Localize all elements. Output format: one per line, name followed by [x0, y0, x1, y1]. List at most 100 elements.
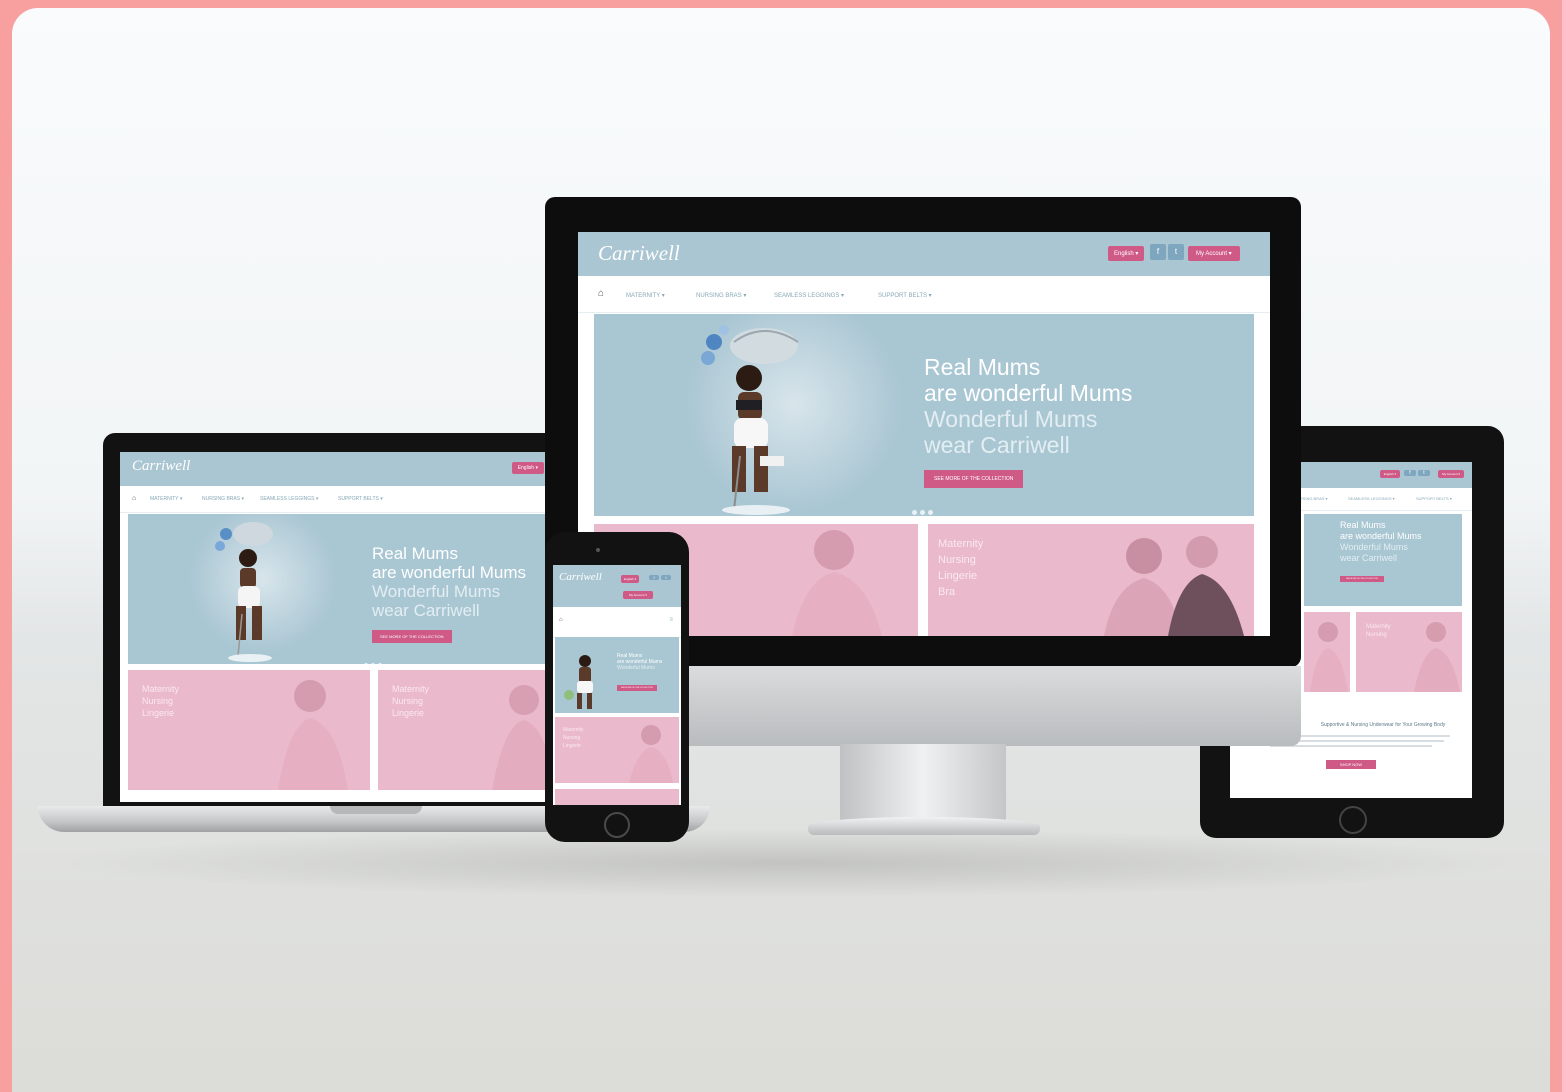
- site-header: Carriwell English ▾ f t My Account ▾: [578, 232, 1270, 276]
- account-button[interactable]: My Account ▾: [623, 591, 653, 599]
- language-button[interactable]: English ▾: [1379, 470, 1400, 478]
- carousel-dots[interactable]: [364, 654, 385, 664]
- tile-text: Nursing: [392, 696, 424, 706]
- hero-line-2: are wonderful Mums: [372, 563, 527, 582]
- tile-model-image: [1104, 536, 1244, 636]
- floor-shadow: [52, 828, 1522, 898]
- nav-item-leggings[interactable]: SEAMLESS LEGGINGS ▾: [1348, 496, 1395, 501]
- hero-cta-button[interactable]: SEE MORE OF THE COLLECTION: [1340, 576, 1384, 582]
- hero-line-3: Wonderful Mums: [617, 665, 655, 671]
- category-tile-maternity[interactable]: Maternity Nursing Lingerie: [555, 717, 679, 783]
- account-button[interactable]: My Account ▾: [1188, 246, 1240, 261]
- hero-model-image: [701, 325, 799, 515]
- home-icon[interactable]: ⌂: [559, 617, 563, 623]
- language-button[interactable]: English ▾: [621, 575, 640, 583]
- monitor-stand-neck: [840, 744, 1006, 822]
- tile-text: Nursing: [938, 554, 976, 566]
- tile-text: Bra: [938, 586, 956, 598]
- twitter-icon[interactable]: t: [661, 575, 671, 580]
- hero-model-image: [564, 655, 593, 709]
- facebook-icon[interactable]: f: [1150, 244, 1166, 260]
- monitor-stand-foot: [808, 817, 1040, 835]
- tile-text: Lingerie: [142, 708, 175, 718]
- phone-home-button: [604, 812, 630, 838]
- tile-model-image: [278, 680, 348, 790]
- hero-line-2: are wonderful Mums: [924, 380, 1133, 406]
- facebook-icon[interactable]: f: [1404, 470, 1416, 476]
- laptop-screen: Carriwell English ▾ ⌂ MATERNITY ▾ NURSIN…: [120, 452, 556, 802]
- tile-text: Lingerie: [938, 570, 978, 582]
- site-header: Carriwell English ▾: [120, 452, 556, 486]
- intro-shop-button[interactable]: SHOP NOW: [1325, 760, 1377, 769]
- language-button[interactable]: English ▾: [511, 462, 544, 474]
- category-tile-nursing[interactable]: [555, 789, 679, 805]
- nav-item-belts[interactable]: SUPPORT BELTS ▾: [878, 292, 932, 299]
- twitter-icon[interactable]: t: [1418, 470, 1430, 476]
- hero-line-1: Real Mums: [372, 544, 458, 563]
- nav-item-leggings[interactable]: SEAMLESS LEGGINGS ▾: [260, 496, 318, 502]
- tile-text: Lingerie: [563, 743, 581, 749]
- phone-screen: Carriwell English ▾ f t My Account ▾ ⌂ ≡…: [553, 565, 681, 805]
- nav-item-maternity[interactable]: MATERNITY ▾: [626, 292, 665, 299]
- hero-line-3: Wonderful Mums: [924, 406, 1098, 432]
- tile-model-image: [792, 530, 882, 636]
- hero-model-image: [215, 522, 273, 662]
- tile-model-image: [1414, 622, 1460, 692]
- tile-text: Nursing: [563, 735, 581, 741]
- hero-line-4: wear Carriwell: [1340, 553, 1398, 563]
- nav-item-belts[interactable]: SUPPORT BELTS ▾: [1416, 496, 1452, 501]
- account-button[interactable]: My Account ▾: [1438, 470, 1464, 478]
- hero-line-4: wear Carriwell: [372, 601, 480, 620]
- hero-cta-button[interactable]: SEE MORE OF THE COLLECTION: [924, 470, 1024, 488]
- tile-text: Maternity: [938, 538, 984, 550]
- hero-line-3: Wonderful Mums: [1340, 542, 1408, 552]
- nav-item-belts[interactable]: SUPPORT BELTS ▾: [338, 496, 383, 502]
- nav-item-nursing[interactable]: NURSING BRAS ▾: [202, 496, 244, 502]
- tile-text: Nursing: [1366, 632, 1387, 638]
- hero-cta-button[interactable]: SEE MORE OF THE COLLECTION: [372, 630, 452, 643]
- tile-text: Maternity: [563, 727, 584, 733]
- category-tile-nursing[interactable]: Maternity Nursing Lingerie Bra: [928, 524, 1254, 636]
- site-header: Carriwell English ▾ f t My Account ▾: [553, 565, 681, 607]
- tile-text: Nursing: [142, 696, 174, 706]
- hero-banner: Real Mums are wonderful Mums Wonderful M…: [1304, 514, 1462, 606]
- laptop-notch: [330, 806, 422, 814]
- site-logo[interactable]: Carriwell: [598, 241, 680, 266]
- category-tile-maternity[interactable]: Maternity Nursing Lingerie: [128, 670, 370, 790]
- home-icon[interactable]: ⌂: [598, 288, 604, 299]
- main-nav: ⌂ MATERNITY ▾ NURSING BRAS ▾ SEAMLESS LE…: [120, 486, 556, 513]
- tile-model-image: [1310, 622, 1348, 692]
- hero-line-4: wear Carriwell: [924, 432, 1070, 458]
- hero-cta-button[interactable]: SEE MORE OF THE COLLECTION: [617, 685, 657, 691]
- main-nav: ⌂ MATERNITY ▾ NURSING BRAS ▾ SEAMLESS LE…: [578, 276, 1270, 313]
- phone-speaker: [596, 548, 600, 552]
- nav-item-maternity[interactable]: MATERNITY ▾: [150, 496, 182, 502]
- home-icon[interactable]: ⌂: [132, 495, 136, 502]
- menu-icon[interactable]: ≡: [669, 617, 673, 623]
- hero-line-1: Real Mums: [1340, 520, 1386, 530]
- nav-item-nursing[interactable]: NURSING BRAS ▾: [696, 292, 746, 299]
- tile-text: Maternity: [392, 684, 430, 694]
- tile-model-image: [629, 725, 673, 783]
- hero-line-1: Real Mums: [924, 354, 1041, 380]
- intro-heading: Supportive & Nursing Underwear for Your …: [1320, 722, 1446, 728]
- hero-line-3: Wonderful Mums: [372, 582, 501, 601]
- site-logo[interactable]: Carriwell: [132, 458, 190, 475]
- carousel-dots[interactable]: [912, 502, 936, 516]
- tile-text: Maternity: [1366, 624, 1391, 630]
- language-button[interactable]: English ▾: [1108, 246, 1145, 261]
- tile-text: Lingerie: [392, 708, 425, 718]
- tile-text: Maternity: [142, 684, 180, 694]
- hero-line-2: are wonderful Mums: [1340, 531, 1422, 541]
- facebook-icon[interactable]: f: [649, 575, 659, 580]
- category-tile-maternity[interactable]: [1304, 612, 1350, 692]
- site-logo[interactable]: Carriwell: [559, 571, 602, 583]
- twitter-icon[interactable]: t: [1168, 244, 1184, 260]
- category-tile-nursing[interactable]: Maternity Nursing: [1356, 612, 1462, 692]
- main-nav: ⌂ ≡: [553, 607, 681, 638]
- hero-banner: Real Mums are wonderful Mums Wonderful M…: [128, 514, 556, 664]
- hero-banner: Real Mums are wonderful Mums Wonderful M…: [594, 314, 1254, 516]
- nav-item-leggings[interactable]: SEAMLESS LEGGINGS ▾: [774, 292, 844, 299]
- hero-banner: Real Mums are wonderful Mums Wonderful M…: [555, 637, 679, 713]
- category-tile-nursing[interactable]: Maternity Nursing Lingerie: [378, 670, 556, 790]
